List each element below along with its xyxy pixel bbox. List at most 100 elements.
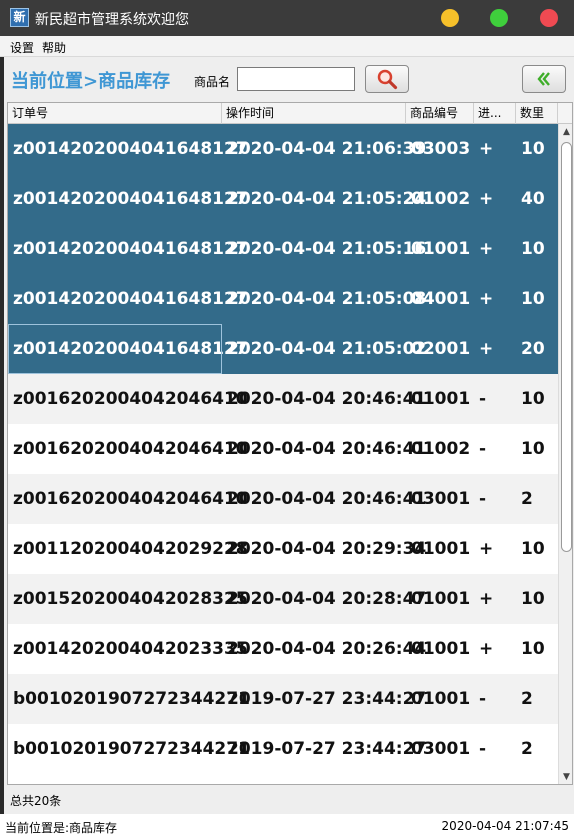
cell-time: 2019-07-27 23:44:27 [227,689,427,709]
table-row[interactable]: z0014202004041648127 2020-04-04 21:06:39 0… [8,124,558,174]
cell-quantity: 10 [521,539,545,559]
cell-code: 01002 [411,189,471,209]
cell-direction: + [479,639,494,659]
cell-direction: - [479,389,487,409]
app-icon: 新 [10,8,29,27]
col-header-time[interactable]: 操作时间 [222,103,406,124]
cell-code: 01001 [411,239,471,259]
cell-time: 2020-04-04 21:05:24 [227,189,427,209]
menu-bar: 设置 帮助 [0,36,574,57]
cell-time: 2020-04-04 20:46:41 [227,489,427,509]
table-row[interactable]: b0010201907272344271 2019-07-27 23:44:27 0… [8,674,558,724]
cell-direction: - [479,439,487,459]
cell-time: 2020-04-04 20:26:44 [227,639,427,659]
table-row[interactable]: z0014202004041648127 2020-04-04 21:05:02 0… [8,324,558,374]
cell-time: 2020-04-04 21:05:16 [227,239,427,259]
cell-time: 2020-04-04 20:28:47 [227,589,427,609]
col-header-quantity[interactable]: 数里 [516,103,558,124]
menu-help[interactable]: 帮助 [42,39,66,56]
search-label: 商品名 [194,75,231,89]
cell-code: 03001 [411,489,471,509]
cell-time: 2020-04-04 21:05:08 [227,289,427,309]
table-row[interactable]: z0016202004042046410 2020-04-04 20:46:41 0… [8,374,558,424]
table-row[interactable]: z0014202004041648127 2020-04-04 21:05:16 0… [8,224,558,274]
record-count: 总共20条 [10,794,62,808]
cell-time: 2020-04-04 20:46:41 [227,439,427,459]
cell-quantity: 10 [521,139,545,159]
cell-direction: - [479,739,487,759]
scroll-corner [558,103,572,124]
table-row[interactable]: z0011202004042029228 2020-04-04 20:29:34 0… [8,524,558,574]
search-button[interactable] [365,65,409,93]
scroll-down-arrow-icon[interactable]: ▼ [559,769,572,784]
cell-code: 01001 [411,389,471,409]
cell-code: 01001 [411,539,471,559]
cell-time: 2020-04-04 20:46:41 [227,389,427,409]
status-datetime: 2020-04-04 21:07:45 [441,819,569,833]
table-row[interactable]: z0014202004042023335 2020-04-04 20:26:44 0… [8,624,558,674]
table-row[interactable]: z0016202004042046410 2020-04-04 20:46:41 0… [8,474,558,524]
cell-order: z0015202004042028325 [13,589,248,609]
cell-quantity: 2 [521,739,533,759]
cell-direction: - [479,489,487,509]
cell-quantity: 2 [521,689,533,709]
back-button[interactable] [522,65,566,93]
cell-order: b0010201907272344271 [13,739,250,759]
breadcrumb: 当前位置>商品库存 [11,71,171,92]
magnifier-icon [377,69,398,90]
table-row[interactable]: z0014202004041648127 2020-04-04 21:05:08 0… [8,274,558,324]
cell-code: 01001 [411,639,471,659]
minimize-button[interactable] [441,9,459,27]
close-button[interactable] [540,9,558,27]
main-panel: 当前位置>商品库存 商品名 订单号 操作时间 商品编号 进... 数里 z001… [0,57,574,814]
cell-quantity: 10 [521,289,545,309]
inventory-table: 订单号 操作时间 商品编号 进... 数里 z00142020040416481… [7,102,573,785]
menu-settings[interactable]: 设置 [10,39,34,56]
status-location: 当前位置是:商品库存 [5,821,118,835]
maximize-button[interactable] [490,9,508,27]
cell-direction: + [479,189,494,209]
cell-code: 04001 [411,289,471,309]
col-header-order[interactable]: 订单号 [8,103,222,124]
cell-code: 01002 [411,439,471,459]
cell-time: 2019-07-27 23:44:27 [227,739,427,759]
double-chevron-left-icon [537,72,550,86]
cell-code: 01001 [411,689,471,709]
cell-order: z0016202004042046410 [13,489,248,509]
table-body: z0014202004041648127 2020-04-04 21:06:39 0… [8,124,558,774]
table-row[interactable]: z0015202004042028325 2020-04-04 20:28:47 0… [8,574,558,624]
scrollbar-thumb[interactable] [561,142,572,552]
col-header-direction[interactable]: 进... [474,103,516,124]
table-header: 订单号 操作时间 商品编号 进... 数里 [8,103,558,124]
cell-quantity: 20 [521,339,545,359]
vertical-scrollbar[interactable]: ▲ ▼ [558,124,572,784]
cell-code: 03001 [411,739,471,759]
cell-order: z0011202004042029228 [13,539,248,559]
title-bar: 新 新民超市管理系统欢迎您 [0,0,574,36]
cell-order: z0016202004042046410 [13,439,248,459]
cell-quantity: 10 [521,389,545,409]
scroll-up-arrow-icon[interactable]: ▲ [559,124,572,140]
cell-order: z0014202004041648127 [13,139,248,159]
cell-order: z0014202004042023335 [13,639,248,659]
col-header-code[interactable]: 商品编号 [406,103,474,124]
cell-direction: + [479,339,494,359]
cell-code: 01001 [411,589,471,609]
cell-direction: + [479,289,494,309]
cell-direction: + [479,139,494,159]
cell-code: 03003 [411,139,471,159]
table-row[interactable]: z0016202004042046410 2020-04-04 20:46:41 0… [8,424,558,474]
cell-order: z0014202004041648127 [8,324,248,374]
cell-quantity: 2 [521,489,533,509]
cell-direction: + [479,239,494,259]
search-input[interactable] [237,67,355,91]
cell-time: 2020-04-04 21:06:39 [227,139,427,159]
table-row[interactable]: z0014202004041648127 2020-04-04 21:05:24 0… [8,174,558,224]
cell-time: 2020-04-04 20:29:34 [227,539,427,559]
cell-order: z0014202004041648127 [13,289,248,309]
cell-code: 02001 [411,339,471,359]
table-row[interactable]: b0010201907272344271 2019-07-27 23:44:27 0… [8,724,558,774]
cell-time: 2020-04-04 21:05:02 [227,339,427,359]
cell-quantity: 10 [521,589,545,609]
cell-quantity: 10 [521,639,545,659]
